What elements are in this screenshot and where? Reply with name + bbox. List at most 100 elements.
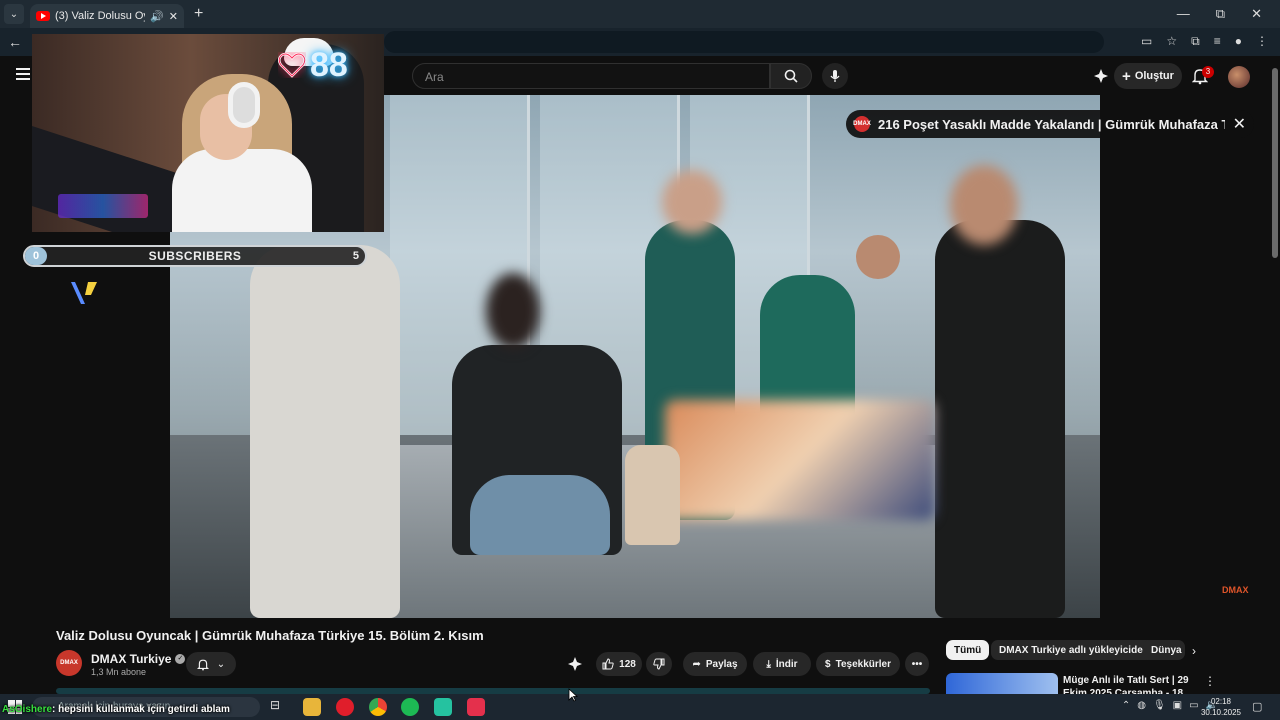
person-head [856,235,900,279]
ticker-message: : hepsini kullanmak için getirdi ablam [52,704,230,715]
restore-button[interactable]: ⧉ [1216,6,1225,22]
voice-search-button[interactable] [822,63,848,89]
display-tray-icon[interactable]: ▣ [1173,700,1182,711]
heart-count-value: 88 [310,46,348,84]
subscription-bell-button[interactable]: ⌄ [186,652,236,676]
mouse-cursor-icon [568,688,578,702]
spotify-icon[interactable] [401,698,419,716]
keyboard-rgb [58,194,148,218]
blurred-face [662,170,722,234]
super-thanks-icon: $ [825,658,831,670]
chip-from-uploader[interactable]: DMAX Turkiye adlı yükleyiciden [991,640,1157,660]
dmax-watermark[interactable]: DMAX [1222,585,1249,595]
banner-close-icon[interactable]: ✕ [1233,114,1246,134]
subscriber-goal-bar: 0 SUBSCRIBERS 5 [23,245,367,267]
bookmark-star-icon[interactable]: ☆ [1166,34,1177,49]
window-close-button[interactable]: ✕ [1251,6,1262,22]
like-button[interactable]: 128 [596,652,642,676]
valorant-logo-icon [71,282,97,304]
thanks-label: Teşekkürler [835,658,891,670]
cast-icon[interactable]: ▭ [1141,34,1152,49]
banner-title: 216 Poşet Yasaklı Madde Yakalandı | Gümr… [878,116,1225,132]
backpack [625,445,680,545]
minimize-button[interactable]: — [1177,6,1190,22]
recommendation-more-icon[interactable]: ⋮ [1204,674,1216,688]
profile-icon[interactable]: ● [1235,34,1242,49]
verified-check-icon: ✓ [175,654,186,664]
bell-icon [196,659,209,670]
browser-menu-icon[interactable]: ⋮ [1256,34,1268,49]
download-icon: ⤓ [766,658,771,670]
tab-search-button[interactable]: ⌄ [4,4,24,24]
download-button[interactable]: ⤓ İndir [753,652,811,676]
tray-app-icon[interactable]: ◍ [1137,700,1146,711]
thanks-button[interactable]: $ Teşekkürler [816,652,900,676]
search-button[interactable] [770,63,812,89]
clock-date: 30.10.2025 [1200,708,1242,717]
blurred-face [486,273,540,349]
streaming-app-icon[interactable] [434,698,452,716]
notification-center-icon[interactable]: ▢ [1252,700,1262,713]
person-figure [250,245,400,618]
share-button[interactable]: ➦ Paylaş [683,652,747,676]
back-arrow-icon[interactable]: ← [8,34,22,50]
more-actions-button[interactable]: ••• [905,652,929,676]
chevron-down-icon: ⌄ [216,658,226,670]
browser-tab-strip: ⌄ (3) Valiz Dolusu Oyuncak | G 🔊 ✕ + — ⧉… [0,0,1280,28]
recommendation-thumbnail[interactable] [946,673,1058,695]
pinned-app-icon[interactable] [467,698,485,716]
clock-time: 02:18 [1210,697,1232,706]
channel-name-row[interactable]: DMAX Turkiye ✓ [91,652,186,666]
channel-name[interactable]: DMAX Turkiye [91,652,171,666]
thumbs-down-icon [653,658,665,670]
dislike-button[interactable] [646,652,672,676]
chip-world[interactable]: Dünya [1143,640,1185,660]
search-icon [784,69,798,83]
subscriber-goal-label: SUBSCRIBERS [148,249,242,263]
like-count: 128 [619,658,636,670]
blurred-suitcase [665,400,935,520]
heart-icon [278,52,306,78]
share-icon: ➦ [692,658,701,670]
mic-tray-icon[interactable]: 🎙 [1153,700,1166,711]
headset [228,82,260,128]
account-avatar[interactable] [1228,66,1250,88]
youtube-favicon-icon [36,11,50,21]
chrome-icon[interactable] [369,698,387,716]
audio-icon[interactable]: 🔊 [150,10,164,23]
notification-count-badge: 3 [1202,66,1214,78]
page-scrollbar[interactable] [1272,68,1278,258]
address-bar[interactable] [384,31,1104,53]
media-controls-icon[interactable]: ≡ [1214,34,1221,49]
tab-close-icon[interactable]: ✕ [169,10,178,23]
thumbs-up-icon [602,658,614,670]
plus-icon: + [1122,67,1131,85]
channel-avatar[interactable]: DMAX [56,650,82,676]
ai-sparkle-icon[interactable] [1094,69,1108,83]
new-tab-button[interactable]: + [194,5,203,23]
opera-icon[interactable] [336,698,354,716]
chip-all[interactable]: Tümü [946,640,990,660]
network-icon[interactable]: ▭ [1189,700,1198,711]
tab-title: (3) Valiz Dolusu Oyuncak | G [55,10,145,22]
channel-subscriber-count: 1,3 Mn abone [91,667,147,677]
extensions-icon[interactable]: ⧉ [1191,34,1200,49]
ask-ai-sparkle-icon[interactable] [568,657,582,671]
video-suggestion-banner[interactable]: DMAX 216 Poşet Yasaklı Madde Yakalandı |… [846,110,1254,138]
download-label: İndir [775,658,798,670]
tray-chevron-icon[interactable]: ⌃ [1122,700,1130,711]
search-input[interactable]: Ara [412,63,770,89]
person-figure [935,220,1065,618]
task-view-icon[interactable]: ⊟ [270,698,288,716]
create-button[interactable]: + Oluştur [1114,63,1182,89]
banner-channel-icon: DMAX [853,116,871,132]
share-label: Paylaş [705,658,738,670]
browser-tab[interactable]: (3) Valiz Dolusu Oyuncak | G 🔊 ✕ [30,4,184,28]
chat-ticker: AsOishere: hepsini kullanmak için getird… [2,704,230,715]
blurred-face [950,165,1018,245]
taskbar-clock[interactable]: 02:18 30.10.2025 [1199,696,1243,718]
file-explorer-icon[interactable] [303,698,321,716]
chevron-right-icon[interactable]: › [1192,644,1196,658]
heart-counter: 88 [278,48,348,82]
hamburger-menu-icon[interactable] [16,68,30,83]
